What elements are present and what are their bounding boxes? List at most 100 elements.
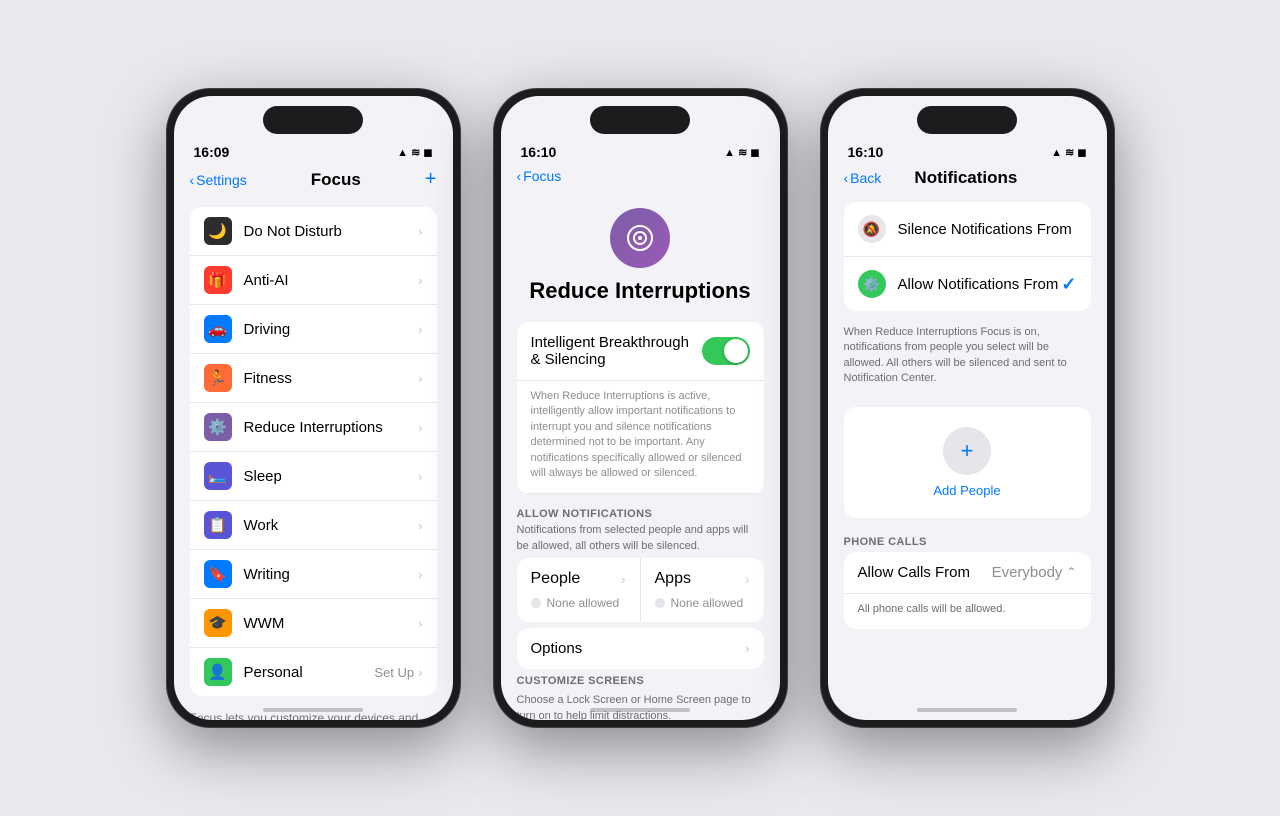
driving-icon: 🚗	[204, 315, 232, 343]
options-row[interactable]: Options ›	[517, 628, 764, 669]
intelligent-row[interactable]: Intelligent Breakthrough & Silencing	[517, 322, 764, 381]
status-time-2: 16:10	[521, 144, 557, 160]
status-icons-2: ▲ ≋ ◼	[724, 146, 759, 159]
chevron-personal: ›	[418, 665, 422, 680]
allow-icon: ⚙️	[858, 270, 886, 298]
nav-bar-3: ‹ Back Notifications	[828, 164, 1107, 196]
focus-item-do-not-disturb[interactable]: 🌙 Do Not Disturb ›	[190, 207, 437, 256]
customize-desc: Choose a Lock Screen or Home Screen page…	[517, 693, 764, 720]
work-icon: 📋	[204, 511, 232, 539]
focus-personal-setup: Set Up	[374, 665, 414, 680]
writing-icon: 🔖	[204, 560, 232, 588]
focus-description: Focus lets you customize your devices an…	[174, 704, 453, 720]
intelligent-label: Intelligent Breakthrough & Silencing	[531, 334, 702, 368]
people-cell[interactable]: People › None allowed	[517, 558, 641, 622]
intelligent-toggle[interactable]	[702, 337, 750, 365]
reduce-title: Reduce Interruptions	[529, 278, 750, 304]
dnd-icon: 🌙	[204, 217, 232, 245]
nav-back-3[interactable]: ‹ Back	[844, 170, 882, 186]
options-label: Options	[531, 640, 746, 657]
focus-item-wwm[interactable]: 🎓 WWM ›	[190, 599, 437, 648]
focus-item-work[interactable]: 📋 Work ›	[190, 501, 437, 550]
people-apps-section: People › None allowed Apps › None allowe…	[517, 558, 764, 622]
focus-label-wwm: WWM	[244, 615, 419, 632]
focus-item-personal[interactable]: 👤 Personal Set Up ›	[190, 648, 437, 696]
intelligent-card: Intelligent Breakthrough & Silencing Whe…	[517, 322, 764, 494]
add-people-section: + Add People	[844, 407, 1091, 518]
chevron-fitness: ›	[418, 371, 422, 386]
intelligent-desc: When Reduce Interruptions is active, int…	[517, 381, 764, 494]
home-indicator-2	[590, 708, 690, 712]
allow-label: Allow Notifications From	[898, 276, 1062, 293]
focus-label-fitness: Fitness	[244, 370, 419, 387]
status-icons-1: ▲ ≋ ◼	[397, 146, 432, 159]
allow-notif-title: ALLOW NOTIFICATIONS	[517, 508, 764, 520]
customize-header: CUSTOMIZE SCREENS	[517, 675, 764, 693]
focus-item-fitness[interactable]: 🏃 Fitness ›	[190, 354, 437, 403]
focus-label-driving: Driving	[244, 321, 419, 338]
calls-description: All phone calls will be allowed.	[844, 594, 1091, 629]
nav-back-1[interactable]: ‹ Settings	[190, 172, 247, 188]
focus-item-anti-ai[interactable]: 🎁 Anti-AI ›	[190, 256, 437, 305]
dynamic-island-3	[917, 106, 1017, 134]
personal-icon: 👤	[204, 658, 232, 686]
nav-back-2[interactable]: ‹ Focus	[517, 168, 562, 184]
phone-calls-card: Allow Calls From Everybody ⌃ All phone c…	[844, 552, 1091, 629]
chevron-writing: ›	[418, 567, 422, 582]
apps-dot	[655, 598, 665, 608]
people-label: People	[531, 570, 581, 588]
calls-chevron: ⌃	[1066, 565, 1076, 579]
focus-label-reduce-interruptions: Reduce Interruptions	[244, 419, 419, 436]
reduce-header: Reduce Interruptions	[501, 192, 780, 316]
phone-3: 16:10 ▲ ≋ ◼ ‹ Back Notifications 🔕 Silen…	[820, 88, 1115, 728]
wwm-icon: 🎓	[204, 609, 232, 637]
focus-label-sleep: Sleep	[244, 468, 419, 485]
focus-list: 🌙 Do Not Disturb › 🎁 Anti-AI › 🚗 Driving…	[190, 207, 437, 696]
allow-calls-row[interactable]: Allow Calls From Everybody ⌃	[844, 552, 1091, 594]
chevron-dnd: ›	[418, 224, 422, 239]
focus-label-dnd: Do Not Disturb	[244, 223, 419, 240]
silence-label: Silence Notifications From	[898, 221, 1077, 238]
silence-row[interactable]: 🔕 Silence Notifications From	[844, 202, 1091, 257]
allow-checkmark: ✓	[1061, 274, 1076, 295]
nav-bar-1: ‹ Settings Focus +	[174, 164, 453, 199]
silence-icon: 🔕	[858, 215, 886, 243]
add-people-button[interactable]: +	[943, 427, 991, 475]
anti-ai-icon: 🎁	[204, 266, 232, 294]
chevron-anti-ai: ›	[418, 273, 422, 288]
apps-cell[interactable]: Apps › None allowed	[641, 558, 764, 622]
focus-label-writing: Writing	[244, 566, 419, 583]
chevron-driving: ›	[418, 322, 422, 337]
focus-item-writing[interactable]: 🔖 Writing ›	[190, 550, 437, 599]
reduce-interruptions-icon: ⚙️	[204, 413, 232, 441]
status-icons-3: ▲ ≋ ◼	[1051, 146, 1086, 159]
focus-item-reduce-interruptions[interactable]: ⚙️ Reduce Interruptions ›	[190, 403, 437, 452]
sleep-icon: 🛏️	[204, 462, 232, 490]
home-indicator-3	[917, 708, 1017, 712]
apps-none: None allowed	[655, 596, 750, 610]
fitness-icon: 🏃	[204, 364, 232, 392]
home-indicator-1	[263, 708, 363, 712]
options-chevron: ›	[745, 641, 749, 656]
chevron-reduce-interruptions: ›	[418, 420, 422, 435]
focus-item-driving[interactable]: 🚗 Driving ›	[190, 305, 437, 354]
add-people-label: Add People	[933, 483, 1000, 498]
focus-item-sleep[interactable]: 🛏️ Sleep ›	[190, 452, 437, 501]
add-button-1[interactable]: +	[425, 168, 437, 191]
nav-title-1: Focus	[311, 170, 361, 190]
nav-title-3: Notifications	[914, 168, 1017, 188]
people-chevron: ›	[621, 572, 625, 587]
status-time-1: 16:09	[194, 144, 230, 160]
allow-row[interactable]: ⚙️ Allow Notifications From ✓	[844, 257, 1091, 311]
dynamic-island-2	[590, 106, 690, 134]
chevron-wwm: ›	[418, 616, 422, 631]
allow-notif-desc: Notifications from selected people and a…	[517, 523, 764, 554]
customize-section: CUSTOMIZE SCREENS Choose a Lock Screen o…	[517, 675, 764, 720]
dynamic-island-1	[263, 106, 363, 134]
people-none: None allowed	[531, 596, 626, 610]
nav-bar-2: ‹ Focus	[501, 164, 780, 192]
reduce-interruptions-icon-large	[610, 208, 670, 268]
allow-calls-value: Everybody	[992, 564, 1063, 581]
allow-notif-header: ALLOW NOTIFICATIONS Notifications from s…	[501, 500, 780, 558]
status-time-3: 16:10	[848, 144, 884, 160]
